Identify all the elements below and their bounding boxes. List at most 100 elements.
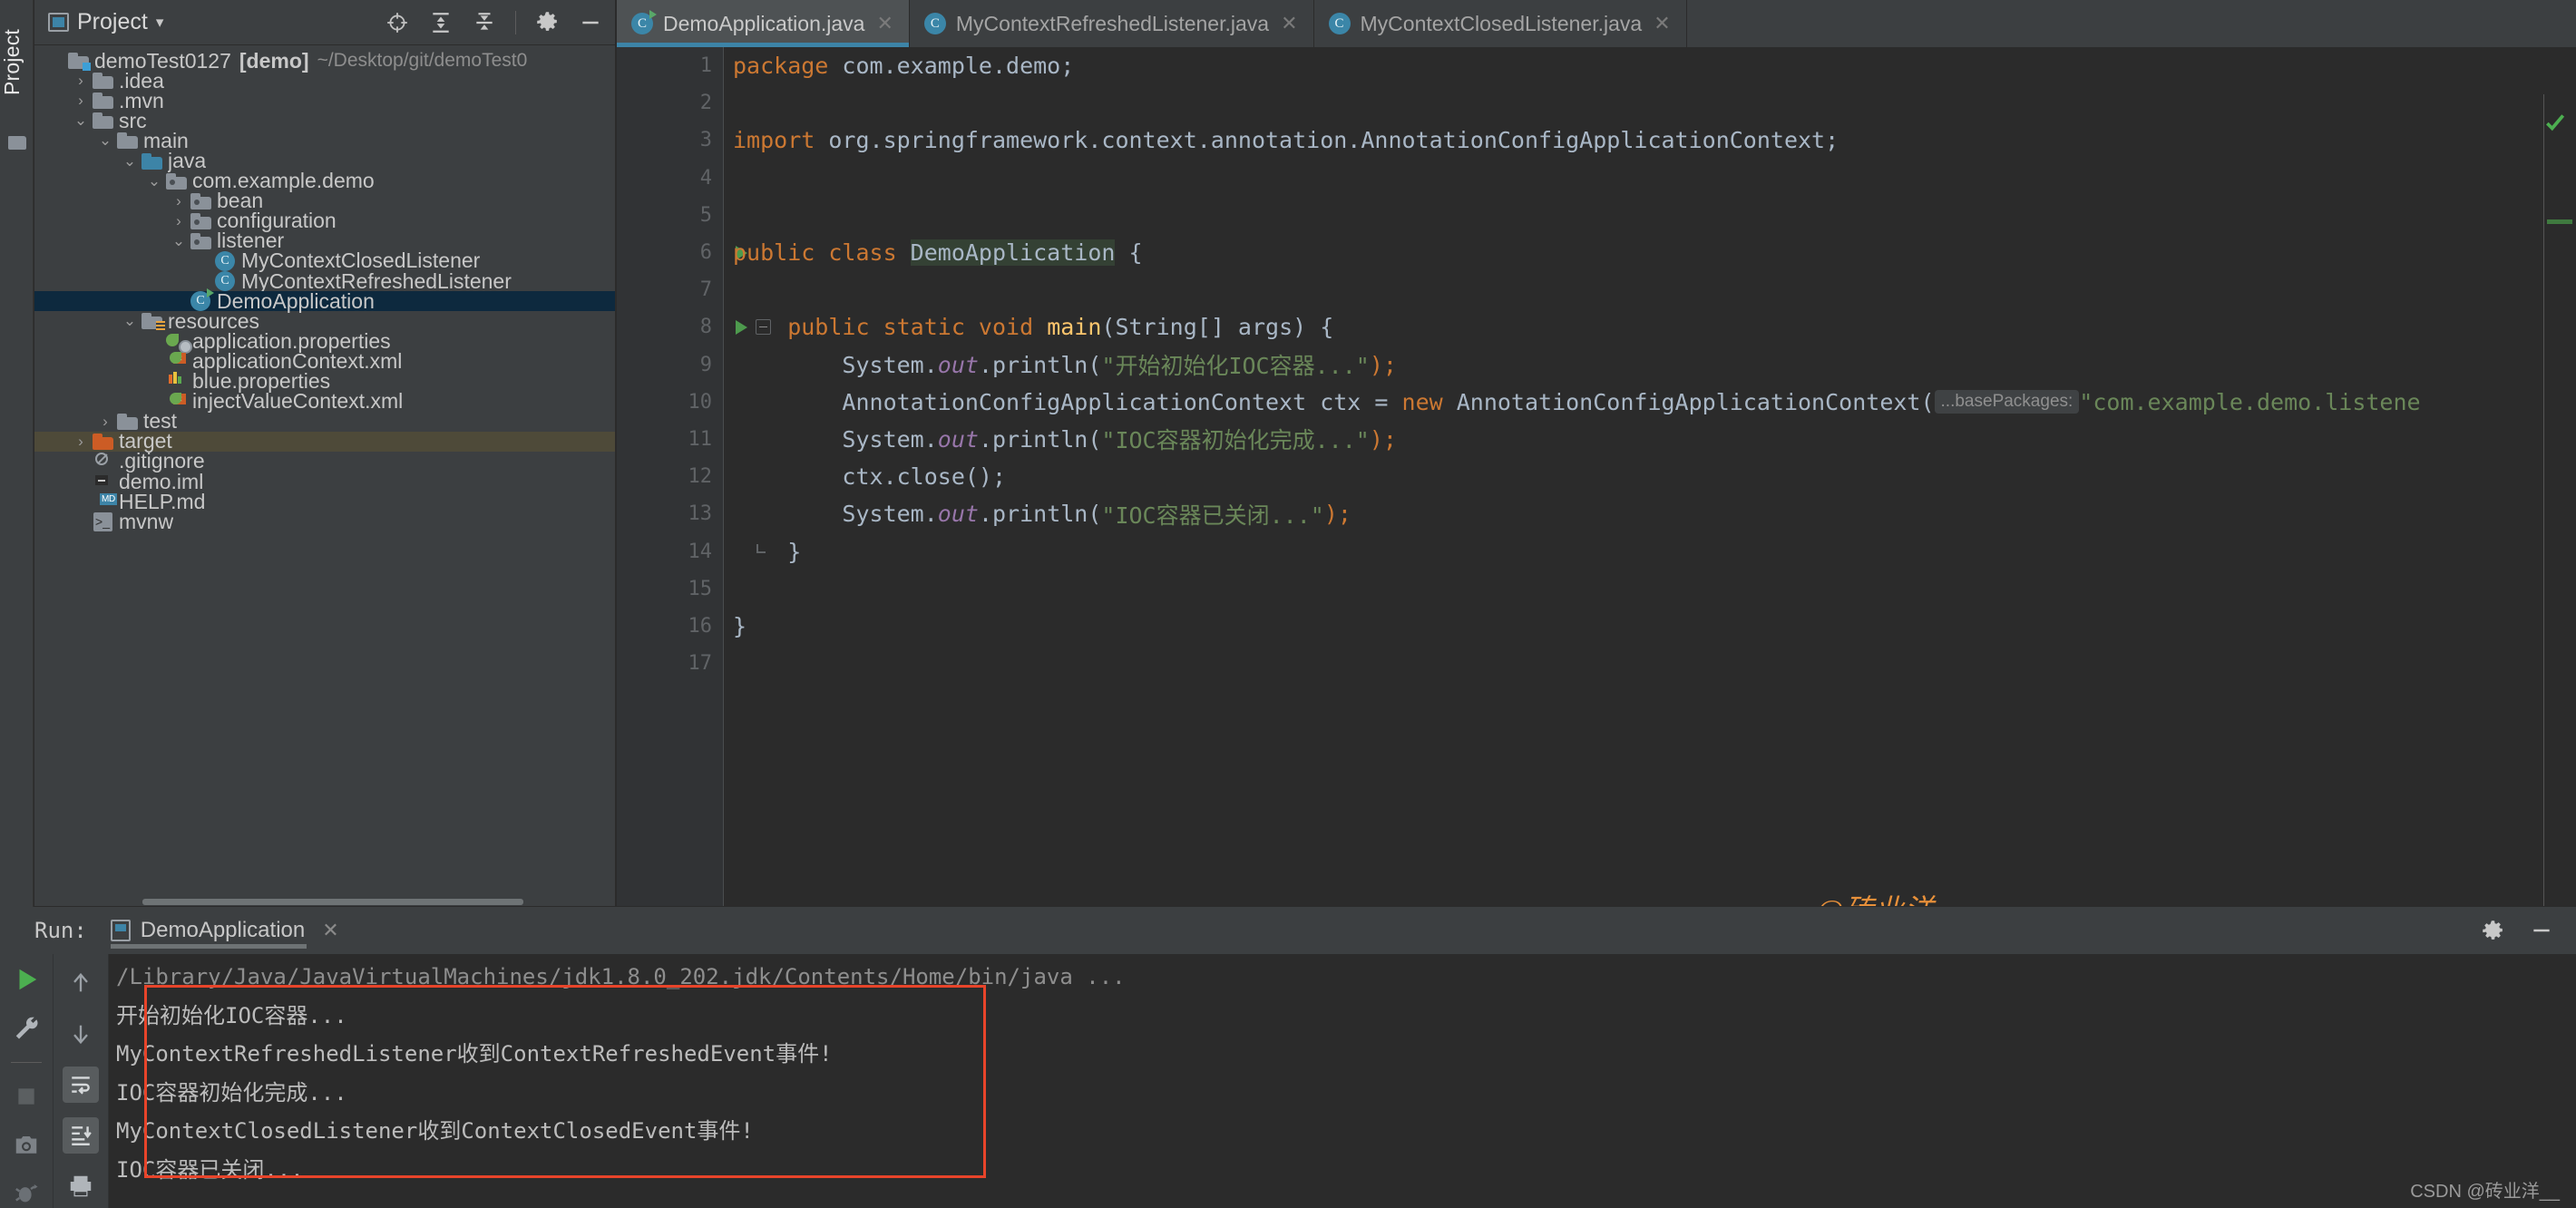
- locate-icon[interactable]: [385, 10, 410, 35]
- down-arrow-icon[interactable]: [63, 1016, 99, 1052]
- tree-node-demoapplication[interactable]: C DemoApplication: [34, 288, 616, 313]
- line-number: 3: [699, 129, 712, 152]
- resources-folder-icon: [140, 313, 165, 332]
- close-icon[interactable]: ✕: [1281, 12, 1297, 35]
- soft-wrap-icon[interactable]: [63, 1067, 99, 1103]
- chevron-down-icon[interactable]: ⌄: [71, 112, 91, 130]
- java-runnable-class-icon: C: [631, 10, 657, 34]
- chevron-down-icon[interactable]: ▾: [156, 14, 164, 32]
- gutter-line-13[interactable]: 13: [617, 495, 724, 532]
- gutter-line-4[interactable]: 4: [617, 160, 724, 197]
- gutter-line-2[interactable]: 2: [617, 84, 724, 122]
- editor-area: C DemoApplication.java ✕ C MyContextRefreshe…: [617, 0, 2576, 926]
- rerun-icon[interactable]: [8, 965, 44, 993]
- folder-icon: [115, 132, 139, 150]
- collapse-all-icon[interactable]: [472, 10, 497, 35]
- chevron-right-icon[interactable]: ›: [71, 72, 91, 90]
- gear-icon[interactable]: [2480, 918, 2505, 943]
- run-tab-demoapplication[interactable]: DemoApplication ✕: [107, 907, 345, 954]
- up-arrow-icon[interactable]: [63, 965, 99, 1001]
- folder-icon: [8, 136, 26, 150]
- code-line-1: package com.example.demo;: [733, 53, 1075, 80]
- gutter-line-7[interactable]: 7: [617, 271, 724, 308]
- gutter-line-6[interactable]: 6: [617, 234, 747, 271]
- gutter-line-17[interactable]: 17: [617, 645, 724, 682]
- line-number: 1: [699, 54, 712, 78]
- close-icon[interactable]: ✕: [876, 12, 893, 35]
- code-editor[interactable]: 1 2 3 4 5 6 7 8 9 10 11 12 13 14 15 16 17 package com.ex…: [617, 47, 2576, 907]
- minimize-icon[interactable]: [2529, 918, 2554, 943]
- code-line-9: System. out .println("开始初始化IOC容器...");: [733, 351, 1397, 380]
- tree-node-com-example-demo[interactable]: ⌄ com.example.demo: [34, 169, 616, 192]
- gear-icon[interactable]: [534, 10, 560, 35]
- chevron-right-icon[interactable]: ›: [95, 413, 115, 431]
- close-icon[interactable]: ✕: [322, 919, 338, 942]
- run-tab-underline: [110, 944, 307, 949]
- console-output[interactable]: /Library/Java/JavaVirtualMachines/jdk1.8…: [109, 954, 2576, 1208]
- debug-icon[interactable]: [8, 1180, 44, 1208]
- tool-window-button-project[interactable]: Project: [0, 4, 34, 122]
- editor-marker-rail[interactable]: [2543, 94, 2576, 907]
- chevron-down-icon[interactable]: ⌄: [144, 172, 164, 190]
- code-line-11: System. out .println("IOC容器初始化完成...");: [733, 425, 1397, 454]
- line-number: 4: [699, 166, 712, 190]
- tree-node-mvnw[interactable]: >_ mvnw: [34, 510, 616, 533]
- chevron-down-icon[interactable]: ⌄: [95, 132, 115, 150]
- editor-gutter[interactable]: 1 2 3 4 5 6 7 8 9 10 11 12 13 14 15 16 17: [617, 47, 771, 907]
- gutter-line-1[interactable]: 1: [617, 47, 724, 84]
- gutter-line-12[interactable]: 12: [617, 458, 724, 495]
- gutter-line-10[interactable]: 10: [617, 384, 724, 421]
- print-icon[interactable]: [63, 1168, 99, 1204]
- scroll-to-end-icon[interactable]: [63, 1117, 99, 1154]
- chevron-right-icon[interactable]: ›: [71, 433, 91, 451]
- gutter-line-9[interactable]: 9: [617, 346, 724, 384]
- close-icon[interactable]: ✕: [1654, 12, 1670, 35]
- chevron-down-icon[interactable]: ⌄: [120, 152, 140, 170]
- console-output-line: 开始初始化IOC容器...: [116, 1002, 347, 1028]
- chevron-right-icon[interactable]: ›: [71, 92, 91, 110]
- gutter-line-14[interactable]: 14: [617, 532, 766, 570]
- editor-tab-mycontextclosedlistener-java[interactable]: C MyContextClosedListener.java ✕: [1314, 0, 1687, 47]
- gutter-line-8[interactable]: 8: [617, 308, 771, 346]
- csdn-watermark: CSDN @砖业洋__: [2410, 1182, 2560, 1202]
- editor-tab-mycontextrefreshedlistener-java[interactable]: C MyContextRefreshedListener.java ✕: [910, 0, 1314, 47]
- tree-node-injectvaluecontext-xml[interactable]: <injectValueContext.xml: [34, 389, 616, 413]
- editor-tab-label: DemoApplication.java: [663, 11, 865, 35]
- gutter-line-3[interactable]: 3: [617, 122, 724, 159]
- chevron-right-icon[interactable]: ›: [169, 192, 189, 210]
- gutter-line-5[interactable]: 5: [617, 197, 724, 234]
- code-line-14: }: [733, 538, 802, 565]
- expand-all-icon[interactable]: [428, 10, 454, 35]
- project-tree-hscrollbar[interactable]: [142, 899, 523, 905]
- tree-node-main[interactable]: ⌄ main: [34, 129, 616, 152]
- chevron-right-icon[interactable]: ›: [169, 212, 189, 230]
- code-line-10: AnnotationConfigApplicationContext ctx =…: [733, 388, 2421, 415]
- console-output-line: IOC容器初始化完成...: [116, 1079, 347, 1106]
- project-panel-title-group[interactable]: Project ▾: [48, 9, 163, 35]
- run-panel-body: /Library/Java/JavaVirtualMachines/jdk1.8…: [0, 954, 2576, 1208]
- project-panel-header: Project ▾: [34, 0, 616, 45]
- gutter-line-11[interactable]: 11: [617, 421, 724, 458]
- project-tree[interactable]: demoTest0127 [demo] ~/Desktop/git/demoTest…: [34, 45, 616, 907]
- code-content[interactable]: package com.example.demo; import org.spr…: [724, 47, 2576, 907]
- stop-icon[interactable]: [8, 1083, 44, 1111]
- folder-icon: [91, 112, 114, 130]
- settings-wrench-icon[interactable]: [8, 1013, 44, 1041]
- gutter-line-15[interactable]: 15: [617, 570, 724, 608]
- tree-node-path: ~/Desktop/git/demoTest0: [317, 50, 528, 72]
- chevron-down-icon[interactable]: ⌄: [169, 232, 189, 250]
- gutter-line-16[interactable]: 16: [617, 608, 724, 645]
- editor-tabbar[interactable]: C DemoApplication.java ✕ C MyContextRefreshe…: [617, 0, 2576, 47]
- code-line-12: ctx.close();: [733, 463, 1007, 491]
- inspection-ok-icon[interactable]: [2543, 111, 2567, 134]
- tree-node-src[interactable]: ⌄ src: [34, 109, 616, 132]
- editor-tab-demoapplication-java[interactable]: C DemoApplication.java ✕: [617, 0, 910, 47]
- folder-icon: [91, 93, 114, 110]
- camera-icon[interactable]: [8, 1131, 44, 1159]
- minimize-icon[interactable]: [578, 10, 603, 35]
- chevron-down-icon[interactable]: ⌄: [120, 312, 140, 330]
- tree-node-configuration[interactable]: › configuration: [34, 209, 616, 232]
